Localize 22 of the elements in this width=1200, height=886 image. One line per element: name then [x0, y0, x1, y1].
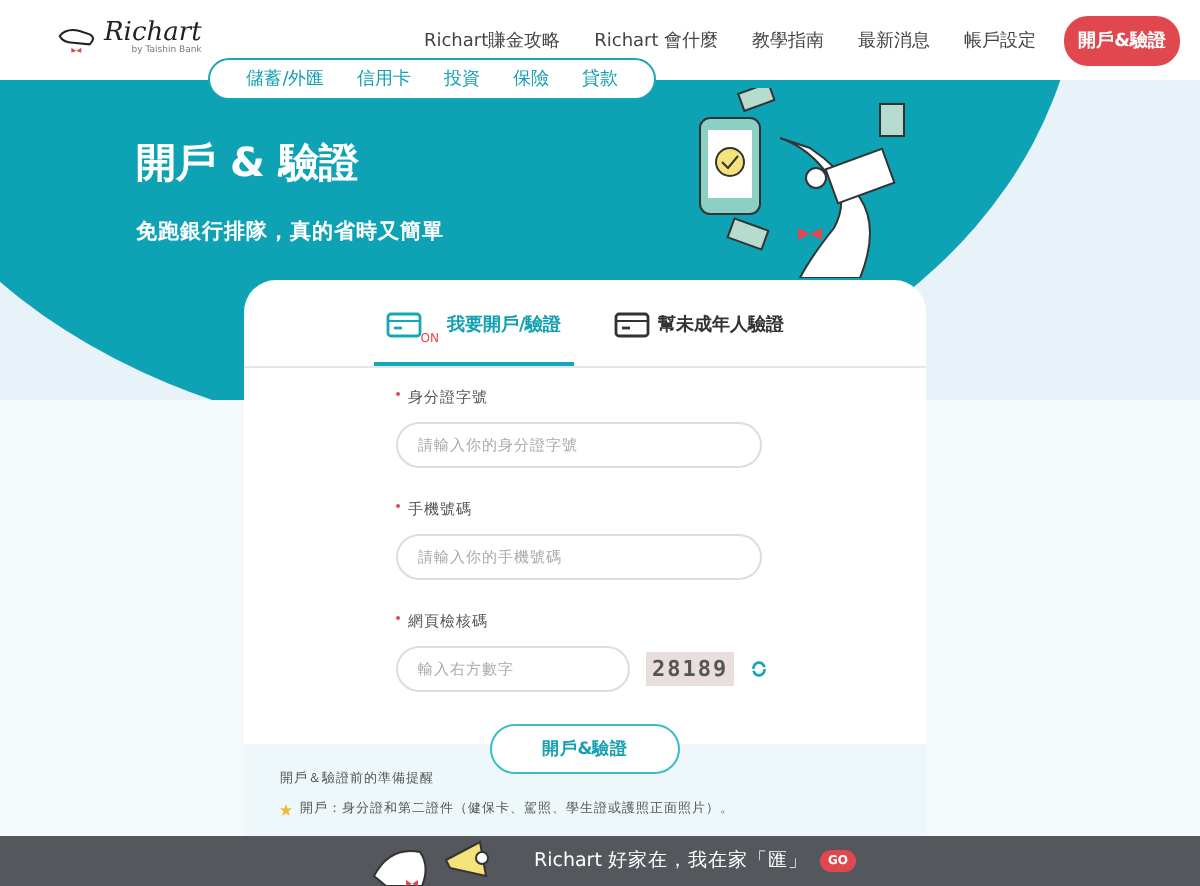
category-link[interactable]: 儲蓄/外匯: [246, 66, 325, 92]
category-link[interactable]: 貸款: [581, 66, 618, 92]
captcha-image: 28189: [646, 652, 735, 686]
category-link[interactable]: 信用卡: [357, 66, 412, 92]
star-icon: [280, 803, 292, 815]
nav-link[interactable]: 教學指南: [752, 27, 825, 53]
submit-button[interactable]: 開戶&驗證: [490, 724, 680, 774]
hero-title: 開戶 & 驗證: [136, 136, 359, 190]
banner-text: Richart 好家在，我在家「匯」: [534, 848, 808, 874]
nav-link[interactable]: 最新消息: [858, 27, 931, 53]
id-card-icon: [613, 312, 650, 338]
category-link[interactable]: 保險: [512, 66, 549, 92]
hero-subtitle: 免跑銀行排隊，真的省時又簡單: [136, 218, 444, 246]
category-link[interactable]: 投資: [444, 66, 481, 92]
nav-link[interactable]: Richart 會什麼: [594, 27, 719, 53]
id-card-icon: [386, 312, 423, 338]
nav-link[interactable]: 帳戶設定: [964, 27, 1037, 53]
nav-link[interactable]: Richart賺金攻略: [423, 27, 561, 53]
refresh-icon[interactable]: [750, 660, 769, 678]
logo-text[interactable]: Richart: [104, 17, 202, 47]
open-account-button[interactable]: 開戶&驗證: [1064, 15, 1180, 65]
tab[interactable]: 幫未成年人驗證: [601, 296, 796, 366]
